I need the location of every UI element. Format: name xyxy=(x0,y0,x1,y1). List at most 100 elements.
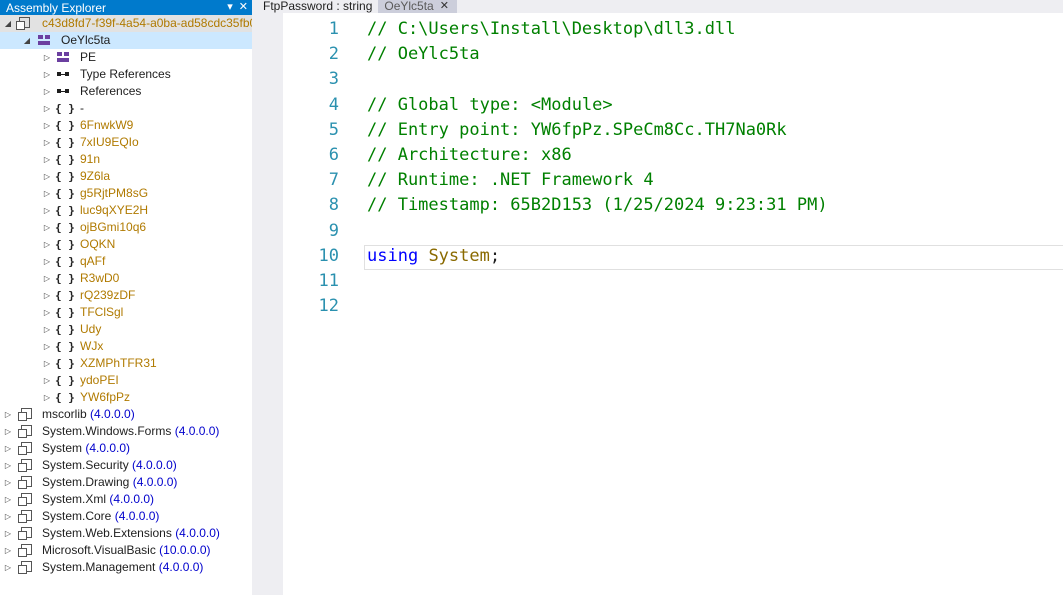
assembly-version: (4.0.0.0) xyxy=(109,492,155,506)
tree-item-assembly-ref[interactable]: ▷ System.Management (4.0.0.0) xyxy=(0,559,252,576)
expanded-arrow-icon[interactable]: ◢ xyxy=(3,15,13,32)
code-line[interactable]: 10 using System; xyxy=(283,244,1063,270)
assembly-explorer-panel: Assembly Explorer ▾ ✕ ◢ c43d8fd7-f39f-4a… xyxy=(0,0,253,595)
tree-item-references[interactable]: ▷ References xyxy=(0,83,252,100)
tree-item-assembly[interactable]: ◢ c43d8fd7-f39f-4a54-a0ba-ad58cdc35fb0 xyxy=(0,15,252,32)
expanded-arrow-icon[interactable]: ◢ xyxy=(22,32,32,49)
collapsed-arrow-icon[interactable]: ▷ xyxy=(42,287,52,304)
tree-item-assembly-ref[interactable]: ▷ Microsoft.VisualBasic (10.0.0.0) xyxy=(0,542,252,559)
code-line[interactable]: 4 // Global type: <Module> xyxy=(283,93,1063,118)
collapsed-arrow-icon[interactable]: ▷ xyxy=(42,49,52,66)
collapsed-arrow-icon[interactable]: ▷ xyxy=(42,338,52,355)
tab-oeylc5ta[interactable]: OeYlc5ta ✕ xyxy=(378,0,457,13)
collapsed-arrow-icon[interactable]: ▷ xyxy=(3,542,13,559)
tree-item-namespace[interactable]: ▷{ } YW6fpPz xyxy=(0,389,252,406)
namespace-label: 9Z6la xyxy=(80,169,111,183)
code-line[interactable]: 9 xyxy=(283,219,1063,244)
tree-item-namespace[interactable]: ▷{ } qAFf xyxy=(0,253,252,270)
collapsed-arrow-icon[interactable]: ▷ xyxy=(42,372,52,389)
collapsed-arrow-icon[interactable]: ▷ xyxy=(42,219,52,236)
assembly-name: Microsoft.VisualBasic xyxy=(42,543,156,557)
collapsed-arrow-icon[interactable]: ▷ xyxy=(42,270,52,287)
assembly-icon xyxy=(17,457,34,474)
tree-item-namespace[interactable]: ▷{ } R3wD0 xyxy=(0,270,252,287)
tree-item-assembly-ref[interactable]: ▷ System.Windows.Forms (4.0.0.0) xyxy=(0,423,252,440)
tree-item-assembly-ref[interactable]: ▷ System.Xml (4.0.0.0) xyxy=(0,491,252,508)
collapsed-arrow-icon[interactable]: ▷ xyxy=(42,100,52,117)
collapsed-arrow-icon[interactable]: ▷ xyxy=(42,134,52,151)
collapsed-arrow-icon[interactable]: ▷ xyxy=(42,389,52,406)
tree-item-namespace[interactable]: ▷{ } TFClSgl xyxy=(0,304,252,321)
tree-item-namespace[interactable]: ▷{ } 7xIU9EQIo xyxy=(0,134,252,151)
collapsed-arrow-icon[interactable]: ▷ xyxy=(42,117,52,134)
tree-item-assembly-ref[interactable]: ▷ System.Web.Extensions (4.0.0.0) xyxy=(0,525,252,542)
code-line[interactable]: 6 // Architecture: x86 xyxy=(283,143,1063,168)
collapsed-arrow-icon[interactable]: ▷ xyxy=(42,83,52,100)
namespace-icon: { } xyxy=(55,204,75,217)
assembly-label: System.Xml (4.0.0.0) xyxy=(42,491,154,508)
tree-item-namespace[interactable]: ▷{ } WJx xyxy=(0,338,252,355)
code-editor[interactable]: 1 // C:\Users\Install\Desktop\dll3.dll 2 //… xyxy=(257,13,1063,595)
code-line[interactable]: 1 // C:\Users\Install\Desktop\dll3.dll xyxy=(283,17,1063,42)
collapsed-arrow-icon[interactable]: ▷ xyxy=(42,321,52,338)
collapsed-arrow-icon[interactable]: ▷ xyxy=(42,236,52,253)
code-line[interactable]: 5 // Entry point: YW6fpPz.SPeCm8Cc.TH7Na0… xyxy=(283,118,1063,143)
assembly-label: System.Web.Extensions (4.0.0.0) xyxy=(42,525,220,542)
tab-ftppassword[interactable]: FtpPassword : string xyxy=(257,0,378,13)
assembly-tree[interactable]: ◢ c43d8fd7-f39f-4a54-a0ba-ad58cdc35fb0 ◢… xyxy=(0,15,252,576)
collapsed-arrow-icon[interactable]: ▷ xyxy=(42,202,52,219)
tree-item-namespace[interactable]: ▷{ } Udy xyxy=(0,321,252,338)
code-line[interactable]: 7 // Runtime: .NET Framework 4 xyxy=(283,168,1063,193)
tree-item-namespace[interactable]: ▷{ } OQKN xyxy=(0,236,252,253)
collapsed-arrow-icon[interactable]: ▷ xyxy=(3,491,13,508)
collapsed-arrow-icon[interactable]: ▷ xyxy=(3,406,13,423)
tree-item-namespace[interactable]: ▷{ } luc9qXYE2H xyxy=(0,202,252,219)
collapsed-arrow-icon[interactable]: ▷ xyxy=(3,457,13,474)
collapsed-arrow-icon[interactable]: ▷ xyxy=(3,525,13,542)
code-line[interactable]: 12 xyxy=(283,294,1063,319)
collapsed-arrow-icon[interactable]: ▷ xyxy=(3,423,13,440)
tree-item-namespace[interactable]: ▷{ } 9Z6la xyxy=(0,168,252,185)
collapsed-arrow-icon[interactable]: ▷ xyxy=(42,355,52,372)
namespace-label: ydoPEI xyxy=(80,373,119,387)
collapsed-arrow-icon[interactable]: ▷ xyxy=(42,151,52,168)
collapsed-arrow-icon[interactable]: ▷ xyxy=(42,253,52,270)
namespace-label: XZMPhTFR31 xyxy=(80,356,157,370)
tree-item-namespace[interactable]: ▷{ } rQ239zDF xyxy=(0,287,252,304)
tree-item-assembly-ref[interactable]: ▷ System (4.0.0.0) xyxy=(0,440,252,457)
collapsed-arrow-icon[interactable]: ▷ xyxy=(3,440,13,457)
tree-item-pe[interactable]: ▷ PE xyxy=(0,49,252,66)
tree-item-assembly-ref[interactable]: ▷ mscorlib (4.0.0.0) xyxy=(0,406,252,423)
tree-item-namespace[interactable]: ▷{ } 91n xyxy=(0,151,252,168)
code-line[interactable]: 2 // OeYlc5ta xyxy=(283,42,1063,67)
tree-item-namespace[interactable]: ▷{ } g5RjtPM8sG xyxy=(0,185,252,202)
collapsed-arrow-icon[interactable]: ▷ xyxy=(3,474,13,491)
namespace-icon: { } xyxy=(55,170,75,183)
collapsed-arrow-icon[interactable]: ▷ xyxy=(42,304,52,321)
tree-item-namespace[interactable]: ▷{ } - xyxy=(0,100,252,117)
tree-item-module[interactable]: ◢ OeYlc5ta xyxy=(0,32,252,49)
collapsed-arrow-icon[interactable]: ▷ xyxy=(42,66,52,83)
assembly-version: (10.0.0.0) xyxy=(159,543,211,557)
assembly-icon xyxy=(17,559,34,576)
tree-item-assembly-ref[interactable]: ▷ System.Security (4.0.0.0) xyxy=(0,457,252,474)
tree-item-type-references[interactable]: ▷ Type References xyxy=(0,66,252,83)
code-line[interactable]: 11 xyxy=(283,269,1063,294)
code-line[interactable]: 8 // Timestamp: 65B2D153 (1/25/2024 9:23:… xyxy=(283,193,1063,218)
tree-item-namespace[interactable]: ▷{ } 6FnwkW9 xyxy=(0,117,252,134)
tree-item-namespace[interactable]: ▷{ } XZMPhTFR31 xyxy=(0,355,252,372)
collapsed-arrow-icon[interactable]: ▷ xyxy=(42,185,52,202)
collapsed-arrow-icon[interactable]: ▷ xyxy=(3,559,13,576)
code-line[interactable]: 3 xyxy=(283,67,1063,92)
dropdown-icon[interactable]: ▾ xyxy=(227,0,233,13)
assembly-explorer-header: Assembly Explorer ▾ ✕ xyxy=(0,0,252,15)
assembly-name: System.Drawing xyxy=(42,475,130,489)
tree-item-assembly-ref[interactable]: ▷ System.Core (4.0.0.0) xyxy=(0,508,252,525)
close-icon[interactable]: ✕ xyxy=(239,0,248,13)
collapsed-arrow-icon[interactable]: ▷ xyxy=(42,168,52,185)
tree-item-assembly-ref[interactable]: ▷ System.Drawing (4.0.0.0) xyxy=(0,474,252,491)
tree-item-namespace[interactable]: ▷{ } ojBGmi10q6 xyxy=(0,219,252,236)
collapsed-arrow-icon[interactable]: ▷ xyxy=(3,508,13,525)
tab-close-icon[interactable]: ✕ xyxy=(440,0,449,13)
tree-item-namespace[interactable]: ▷{ } ydoPEI xyxy=(0,372,252,389)
